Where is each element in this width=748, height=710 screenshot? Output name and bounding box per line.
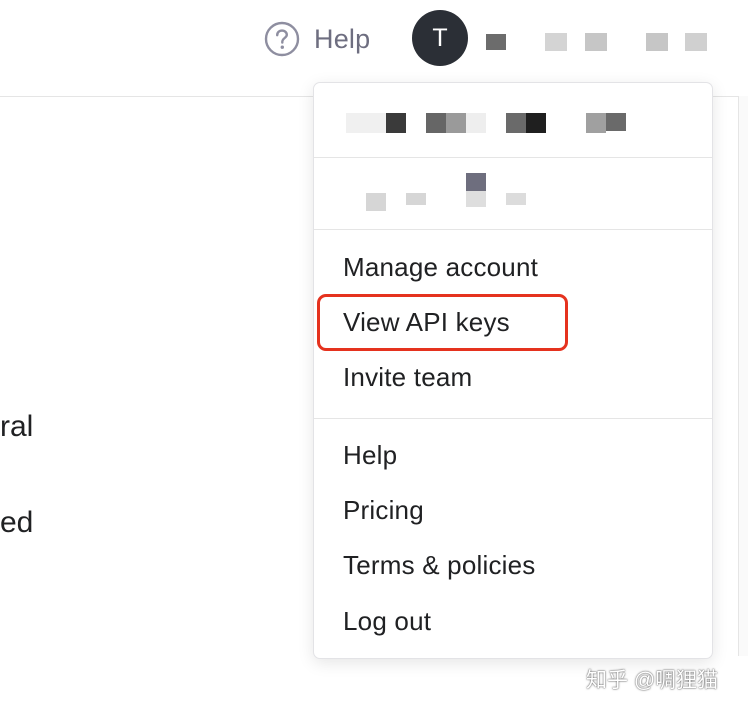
question-circle-icon: [264, 21, 300, 57]
avatar-initial: T: [432, 23, 448, 52]
menu-separator: [314, 418, 712, 419]
menu-separator: [314, 157, 712, 158]
menu-item-manage-account[interactable]: Manage account: [343, 249, 538, 285]
help-label: Help: [314, 23, 371, 54]
background-text-fragment: ral: [0, 410, 34, 443]
menu-separator: [314, 229, 712, 230]
background-text-fragment: ed: [0, 506, 34, 539]
user-avatar[interactable]: T: [412, 10, 468, 66]
menu-item-invite-team[interactable]: Invite team: [343, 359, 472, 395]
right-edge-panel: [738, 96, 748, 656]
menu-item-log-out[interactable]: Log out: [343, 603, 431, 639]
menu-item-help[interactable]: Help: [343, 437, 397, 473]
account-dropdown-menu: Manage account View API keys Invite team…: [313, 82, 713, 659]
menu-item-terms-policies[interactable]: Terms & policies: [343, 547, 535, 583]
highlight-annotation-box: [317, 294, 568, 351]
help-link[interactable]: Help: [264, 20, 370, 58]
menu-item-pricing[interactable]: Pricing: [343, 492, 424, 528]
watermark-text: 知乎 @啁狸猫: [586, 669, 719, 692]
